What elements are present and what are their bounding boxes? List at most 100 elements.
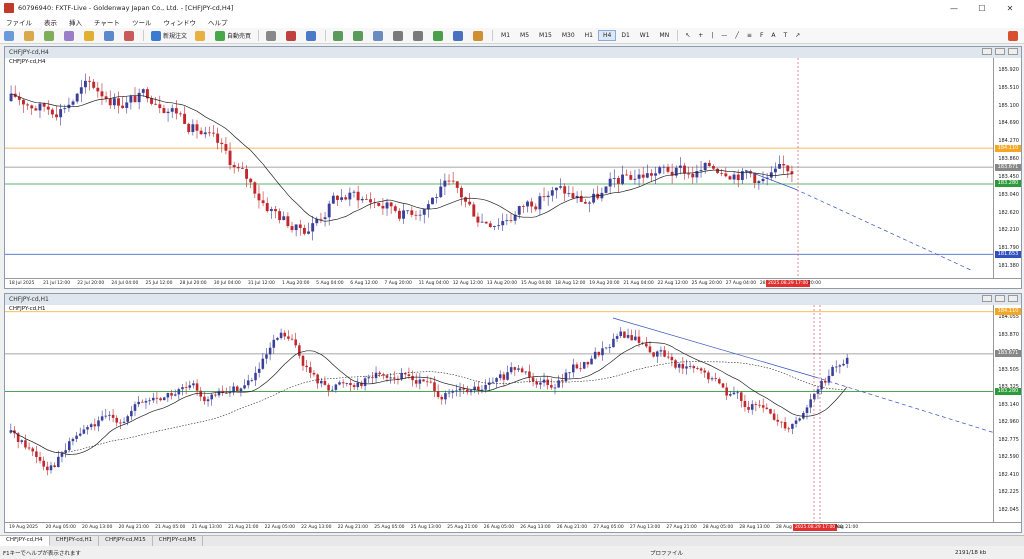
candle — [736, 392, 739, 394]
vline-tool-button[interactable]: | — [708, 30, 716, 42]
label-tool-button[interactable]: T — [781, 30, 791, 42]
chart-close-button[interactable] — [1008, 295, 1018, 302]
candle — [228, 150, 232, 166]
candle — [126, 416, 129, 422]
profiles-button[interactable] — [21, 30, 39, 42]
tester-button[interactable] — [121, 30, 139, 42]
maximize-button[interactable]: ☐ — [968, 4, 996, 13]
metaeditor-button[interactable] — [192, 30, 210, 42]
tile-windows-button[interactable] — [370, 30, 388, 42]
candle — [791, 423, 794, 429]
minimize-button[interactable]: — — [940, 4, 968, 13]
tf-mn[interactable]: MN — [655, 30, 675, 41]
chart-window-h4[interactable]: CHFJPY-cd,H4 CHFJPY-cd,H4 185.920 185.510… — [4, 46, 1022, 289]
candle — [133, 96, 137, 103]
indicators-button[interactable] — [430, 30, 448, 42]
terminal-button[interactable] — [101, 30, 119, 42]
market-watch-button[interactable] — [41, 30, 59, 42]
chart-minimize-button[interactable] — [982, 295, 992, 302]
tf-m1[interactable]: M1 — [496, 30, 515, 41]
candlestick-chart-h1[interactable] — [5, 305, 993, 522]
trendline-tool-button[interactable]: ╱ — [732, 30, 742, 42]
price-scale[interactable]: 185.920 185.510 185.100 184.690 184.270 183.8… — [993, 58, 1021, 278]
tf-w1[interactable]: W1 — [635, 30, 655, 41]
fibo-tool-button[interactable]: F — [757, 30, 766, 42]
candle — [650, 173, 653, 176]
tf-d1[interactable]: D1 — [616, 30, 634, 41]
bar-chart-button[interactable] — [263, 30, 281, 42]
navigator-button[interactable] — [81, 30, 99, 42]
crosshair-tool-button[interactable]: + — [695, 30, 706, 42]
line-chart-button[interactable] — [303, 30, 321, 42]
candle — [411, 375, 414, 381]
time-scale[interactable]: 18 Jul 2025 21 Jul 12:00 22 Jul 20:00 24 Ju… — [5, 278, 1021, 288]
menu-view[interactable]: 表示 — [38, 17, 63, 27]
candle — [645, 343, 648, 347]
text-tool-button[interactable]: A — [768, 30, 778, 42]
chart-window-h1[interactable]: CHFJPY-cd,H1 CHFJPY-cd,H1 184.055 183.870… — [4, 293, 1022, 533]
candle — [707, 372, 710, 380]
tab-chfjpy-m15[interactable]: CHFJPY-cd,M15 — [99, 536, 153, 546]
candle — [550, 190, 554, 196]
candle — [104, 415, 108, 417]
candle — [67, 441, 71, 451]
new-order-icon — [151, 30, 161, 41]
tf-h1[interactable]: H1 — [580, 30, 598, 41]
templates-button[interactable] — [470, 30, 488, 42]
data-window-button[interactable] — [61, 30, 79, 42]
candle — [393, 377, 396, 379]
cursor-tool-button[interactable]: ↖ — [682, 30, 693, 42]
moving-average-line — [10, 342, 848, 455]
price-scale[interactable]: 184.055183.870183.685183.505183.325183.1… — [993, 305, 1021, 522]
candle — [162, 108, 166, 114]
candlestick-chart-h4[interactable] — [5, 58, 993, 278]
candle — [498, 374, 502, 379]
candle — [389, 377, 392, 379]
channel-tool-button[interactable]: ≡ — [744, 30, 755, 42]
menu-insert[interactable]: 挿入 — [63, 17, 88, 27]
tester-icon — [124, 30, 134, 41]
periods-button[interactable] — [450, 30, 468, 42]
chart-close-button[interactable] — [1008, 48, 1018, 55]
hline-tool-button[interactable]: — — [718, 30, 730, 42]
new-order-button[interactable]: 新規注文 — [148, 30, 190, 42]
candle — [26, 104, 30, 106]
close-button[interactable]: ✕ — [996, 4, 1024, 13]
autoscroll-button[interactable] — [410, 30, 428, 42]
menu-tools[interactable]: ツール — [126, 17, 158, 27]
menu-chart[interactable]: チャート — [88, 17, 126, 27]
search-button[interactable] — [1005, 30, 1023, 42]
tab-chfjpy-h4[interactable]: CHFJPY-cd,H4 — [0, 536, 50, 546]
candle — [100, 91, 104, 97]
candle — [447, 180, 451, 182]
candle — [666, 356, 670, 358]
tf-m30[interactable]: M30 — [557, 30, 580, 41]
candle — [776, 419, 780, 422]
tab-chfjpy-m5[interactable]: CHFJPY-cd,M5 — [153, 536, 203, 546]
chart-minimize-button[interactable] — [982, 48, 992, 55]
candle-chart-button[interactable] — [283, 30, 301, 42]
chart-canvas-h1[interactable]: CHFJPY-cd,H1 184.055183.870183.685183.50… — [5, 305, 1021, 532]
menu-window[interactable]: ウィンドウ — [157, 17, 202, 27]
candle — [845, 357, 849, 364]
chart-canvas-h4[interactable]: CHFJPY-cd,H4 185.920 185.510 185.100 184.69… — [5, 58, 1021, 288]
tf-h4[interactable]: H4 — [598, 30, 617, 41]
chart-restore-button[interactable] — [995, 295, 1005, 302]
menu-help[interactable]: ヘルプ — [202, 17, 234, 27]
candle — [35, 451, 38, 457]
auto-trading-button[interactable]: 自動売買 — [212, 30, 254, 42]
arrows-tool-button[interactable]: ↗ — [792, 30, 803, 42]
zoom-in-button[interactable] — [330, 30, 348, 42]
menu-file[interactable]: ファイル — [0, 17, 38, 27]
new-chart-button[interactable] — [1, 30, 19, 42]
candle — [38, 456, 42, 461]
tf-m15[interactable]: M15 — [534, 30, 557, 41]
time-scale[interactable]: 19 Aug 2025 20 Aug 05:00 20 Aug 13:00 20 Au… — [5, 522, 1021, 532]
chart-restore-button[interactable] — [995, 48, 1005, 55]
tab-chfjpy-h1[interactable]: CHFJPY-cd,H1 — [50, 536, 100, 546]
chart-shift-button[interactable] — [390, 30, 408, 42]
candle — [696, 368, 699, 369]
zoom-out-button[interactable] — [350, 30, 368, 42]
tf-m5[interactable]: M5 — [515, 30, 534, 41]
candle — [207, 132, 211, 134]
